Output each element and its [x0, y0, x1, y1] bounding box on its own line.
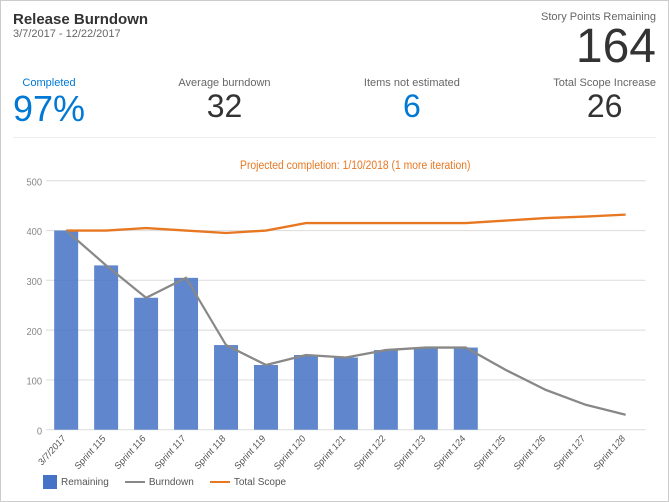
- stat-items-not-estimated: Items not estimated 6: [364, 77, 460, 129]
- svg-text:Sprint 123: Sprint 123: [392, 433, 427, 472]
- date-range: 3/7/2017 - 12/22/2017: [13, 28, 148, 40]
- svg-text:Sprint 115: Sprint 115: [73, 433, 108, 472]
- svg-text:Sprint 128: Sprint 128: [592, 433, 627, 472]
- svg-text:400: 400: [26, 226, 42, 238]
- avg-burndown-value: 32: [207, 89, 243, 124]
- header-left: Release Burndown 3/7/2017 - 12/22/2017: [13, 11, 148, 40]
- svg-text:Sprint 127: Sprint 127: [552, 433, 587, 472]
- svg-text:Sprint 125: Sprint 125: [472, 433, 507, 472]
- legend-burndown-label: Burndown: [149, 477, 194, 488]
- svg-text:500: 500: [26, 177, 42, 189]
- total-scope-value: 26: [587, 89, 623, 124]
- chart-area: 01002003004005003/7/2017Sprint 115Sprint…: [13, 146, 656, 493]
- svg-text:Sprint 119: Sprint 119: [233, 433, 268, 472]
- items-not-estimated-value: 6: [403, 89, 421, 124]
- svg-text:300: 300: [26, 276, 42, 288]
- svg-text:200: 200: [26, 326, 42, 338]
- svg-text:Sprint 122: Sprint 122: [352, 433, 387, 472]
- header: Release Burndown 3/7/2017 - 12/22/2017 S…: [13, 11, 656, 71]
- stat-total-scope: Total Scope Increase 26: [553, 77, 656, 129]
- svg-text:Sprint 126: Sprint 126: [512, 433, 547, 472]
- svg-text:Projected completion: 1/10/201: Projected completion: 1/10/2018 (1 more …: [240, 159, 470, 172]
- legend-total-scope-icon: [210, 481, 230, 483]
- svg-text:Sprint 118: Sprint 118: [193, 433, 228, 472]
- svg-text:Sprint 124: Sprint 124: [432, 433, 467, 472]
- legend-burndown-icon: [125, 481, 145, 483]
- chart-title: Release Burndown: [13, 11, 148, 28]
- svg-text:Sprint 117: Sprint 117: [153, 433, 188, 472]
- svg-text:Sprint 116: Sprint 116: [113, 433, 148, 472]
- svg-text:Sprint 120: Sprint 120: [272, 433, 307, 472]
- svg-text:100: 100: [26, 376, 42, 388]
- legend-remaining-label: Remaining: [61, 477, 109, 488]
- legend-total-scope-label: Total Scope: [234, 477, 286, 488]
- stat-avg-burndown: Average burndown 32: [178, 77, 270, 129]
- svg-text:0: 0: [37, 426, 43, 438]
- stats-row: Completed 97% Average burndown 32 Items …: [13, 77, 656, 138]
- story-points-value: 164: [576, 20, 656, 73]
- legend-remaining-icon: [43, 475, 57, 489]
- burndown-chart: 01002003004005003/7/2017Sprint 115Sprint…: [13, 146, 656, 493]
- completed-value: 97%: [13, 89, 85, 129]
- stat-completed: Completed 97%: [13, 77, 85, 129]
- svg-text:3/7/2017: 3/7/2017: [37, 433, 68, 467]
- svg-text:Sprint 121: Sprint 121: [312, 433, 347, 472]
- story-points-section: Story Points Remaining 164: [541, 11, 656, 71]
